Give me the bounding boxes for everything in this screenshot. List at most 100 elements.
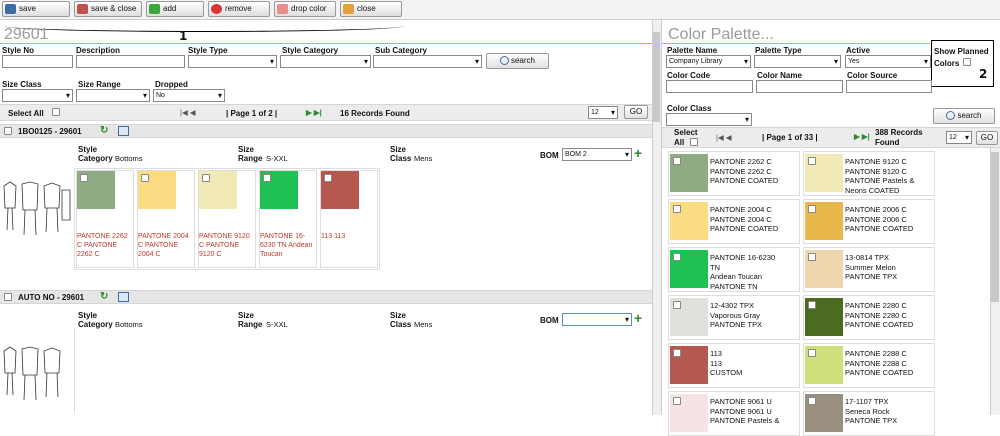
panel-divider	[661, 20, 662, 415]
palette-color-text: PANTONE TPX	[845, 416, 898, 425]
palette-title: Color Palette...	[668, 26, 774, 43]
palette-search-button[interactable]: search	[933, 108, 995, 124]
style-no-input[interactable]	[2, 55, 73, 68]
palette-name-select[interactable]: Company Library	[666, 55, 751, 68]
palette-type-select[interactable]	[754, 55, 841, 68]
close-button[interactable]: close	[340, 1, 402, 17]
color-name-input[interactable]	[756, 80, 843, 93]
style-checkbox[interactable]	[4, 127, 12, 135]
size-range-select[interactable]	[76, 89, 150, 102]
go-button[interactable]: GO	[624, 105, 648, 119]
palette-color-checkbox[interactable]	[673, 397, 681, 405]
next-last-nav[interactable]: ▶ ▶|	[306, 108, 322, 118]
color-checkbox[interactable]	[263, 174, 271, 182]
select-all-checkbox[interactable]	[52, 108, 60, 116]
size-range-field-label: Size Range	[238, 311, 263, 329]
palette-color-checkbox[interactable]	[808, 157, 816, 165]
style-header-label: AUTO NO - 29601	[18, 293, 85, 302]
dropped-label: Dropped	[155, 80, 188, 89]
palette-color-checkbox[interactable]	[673, 349, 681, 357]
palette-color-checkbox[interactable]	[673, 301, 681, 309]
add-icon	[149, 4, 160, 14]
add-bom-icon[interactable]: +	[634, 145, 642, 161]
save-close-button[interactable]: save & close	[74, 1, 142, 17]
color-code-input[interactable]	[666, 80, 753, 93]
title-underline	[0, 43, 652, 44]
search-icon	[499, 56, 509, 66]
bom-select[interactable]: BOM 2	[562, 148, 632, 161]
style-no-label: Style No	[2, 46, 35, 55]
palette-first-prev-nav[interactable]: |◀ ◀	[716, 133, 732, 143]
sub-category-label: Sub Category	[375, 46, 428, 55]
bom-label: BOM	[540, 316, 559, 325]
save-close-icon	[77, 4, 88, 14]
palette-color-checkbox[interactable]	[808, 205, 816, 213]
palette-color-checkbox[interactable]	[808, 301, 816, 309]
sub-category-select[interactable]	[373, 55, 482, 68]
palette-next-last-nav[interactable]: ▶ ▶|	[854, 132, 870, 142]
palette-color-text: PANTONE Pastels &	[710, 416, 780, 425]
search-button[interactable]: search	[486, 53, 549, 69]
palette-color-checkbox[interactable]	[808, 349, 816, 357]
palette-color-checkbox[interactable]	[673, 253, 681, 261]
color-source-label: Color Source	[847, 71, 898, 80]
refresh-icon[interactable]: ↻	[100, 291, 108, 302]
annotation-1: 1	[179, 29, 188, 43]
style-category-field-label: Style Category	[78, 145, 113, 163]
color-checkbox[interactable]	[80, 174, 88, 182]
color-checkbox[interactable]	[202, 174, 210, 182]
palette-color-text: PANTONE 2262 C	[710, 157, 772, 166]
palette-color-checkbox[interactable]	[808, 253, 816, 261]
palette-icon[interactable]	[118, 126, 129, 136]
add-bom-icon[interactable]: +	[634, 310, 642, 326]
palette-color-text: Summer Melon	[845, 262, 896, 272]
palette-color-text: PANTONE 9061 U	[710, 397, 772, 406]
palette-scrollbar-thumb[interactable]	[991, 152, 999, 302]
show-planned-checkbox[interactable]	[963, 58, 971, 66]
color-source-input[interactable]	[846, 80, 932, 93]
color-code-label: Color Code	[667, 71, 711, 80]
description-input[interactable]	[76, 55, 185, 68]
size-range-value: S-XXL	[266, 320, 288, 329]
size-class-select[interactable]	[2, 89, 73, 102]
active-select[interactable]: Yes	[845, 55, 931, 68]
palette-go-button[interactable]: GO	[976, 131, 998, 145]
palette-color-text: Neons COATED	[845, 185, 900, 195]
palette-color-text: PANTONE 2006 C	[845, 214, 907, 224]
select-all-label: Select All	[8, 109, 44, 118]
palette-select-all-checkbox[interactable]	[690, 138, 698, 146]
color-label: PANTONE 16-6230 TN Andean Toucan	[260, 233, 313, 258]
palette-color-text: PANTONE 16-6230	[710, 253, 776, 262]
dropped-select[interactable]: No	[153, 89, 225, 102]
color-checkbox[interactable]	[324, 174, 332, 182]
palette-color-checkbox[interactable]	[673, 205, 681, 213]
palette-color-checkbox[interactable]	[808, 397, 816, 405]
style-type-select[interactable]	[188, 55, 277, 68]
search-icon	[946, 111, 956, 121]
palette-color-text: PANTONE COATED	[845, 368, 914, 377]
palette-color-checkbox[interactable]	[673, 157, 681, 165]
left-scrollbar-thumb[interactable]	[653, 32, 660, 122]
color-class-select[interactable]	[666, 113, 752, 126]
refresh-icon[interactable]: ↻	[100, 125, 108, 136]
pager-bar	[0, 104, 652, 121]
style-category-value: Bottoms	[115, 154, 143, 163]
drop-color-button[interactable]: drop color	[274, 1, 336, 17]
per-page-select[interactable]: 12	[588, 106, 618, 119]
save-button[interactable]: save	[2, 1, 70, 17]
palette-color-text: 113	[710, 349, 722, 358]
first-prev-nav[interactable]: |◀ ◀	[180, 108, 196, 118]
style-checkbox[interactable]	[4, 293, 12, 301]
palette-icon[interactable]	[118, 292, 129, 302]
color-label: PANTONE 2262 C PANTONE 2262 C	[77, 233, 128, 258]
palette-type-label: Palette Type	[755, 46, 802, 55]
page-title: 29601	[4, 26, 49, 43]
style-category-select[interactable]	[280, 55, 371, 68]
annotation-2: 2	[979, 67, 988, 81]
remove-button[interactable]: remove	[208, 1, 270, 17]
add-button[interactable]: add	[146, 1, 204, 17]
palette-per-page-select[interactable]: 12	[946, 131, 972, 144]
bom-select[interactable]	[562, 313, 632, 326]
color-checkbox[interactable]	[141, 174, 149, 182]
size-range-field-label: Size Range	[238, 145, 263, 163]
